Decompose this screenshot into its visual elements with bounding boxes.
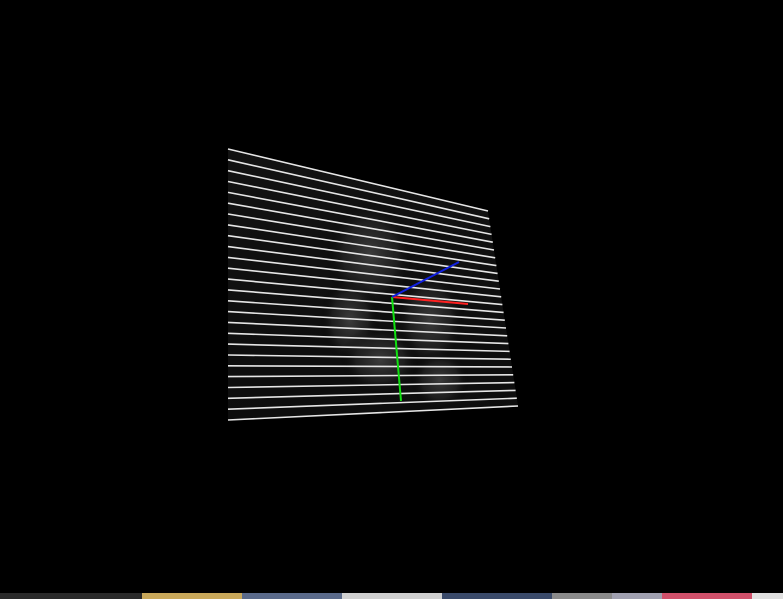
taskbar-thumbnail[interactable]	[342, 593, 442, 599]
taskbar-thumbnail[interactable]	[752, 593, 783, 599]
taskbar-thumbnail[interactable]	[442, 593, 552, 599]
volume-viewer-window	[0, 0, 783, 599]
taskbar-thumbnail[interactable]	[0, 593, 142, 599]
scene-render	[0, 0, 783, 593]
taskbar-thumbnail[interactable]	[142, 593, 242, 599]
3d-viewport-canvas[interactable]	[0, 0, 783, 593]
taskbar-thumbnail[interactable]	[612, 593, 662, 599]
taskbar-preview-strip	[0, 593, 783, 599]
taskbar-thumbnail[interactable]	[242, 593, 342, 599]
taskbar-thumbnail[interactable]	[552, 593, 612, 599]
taskbar-thumbnail[interactable]	[662, 593, 752, 599]
